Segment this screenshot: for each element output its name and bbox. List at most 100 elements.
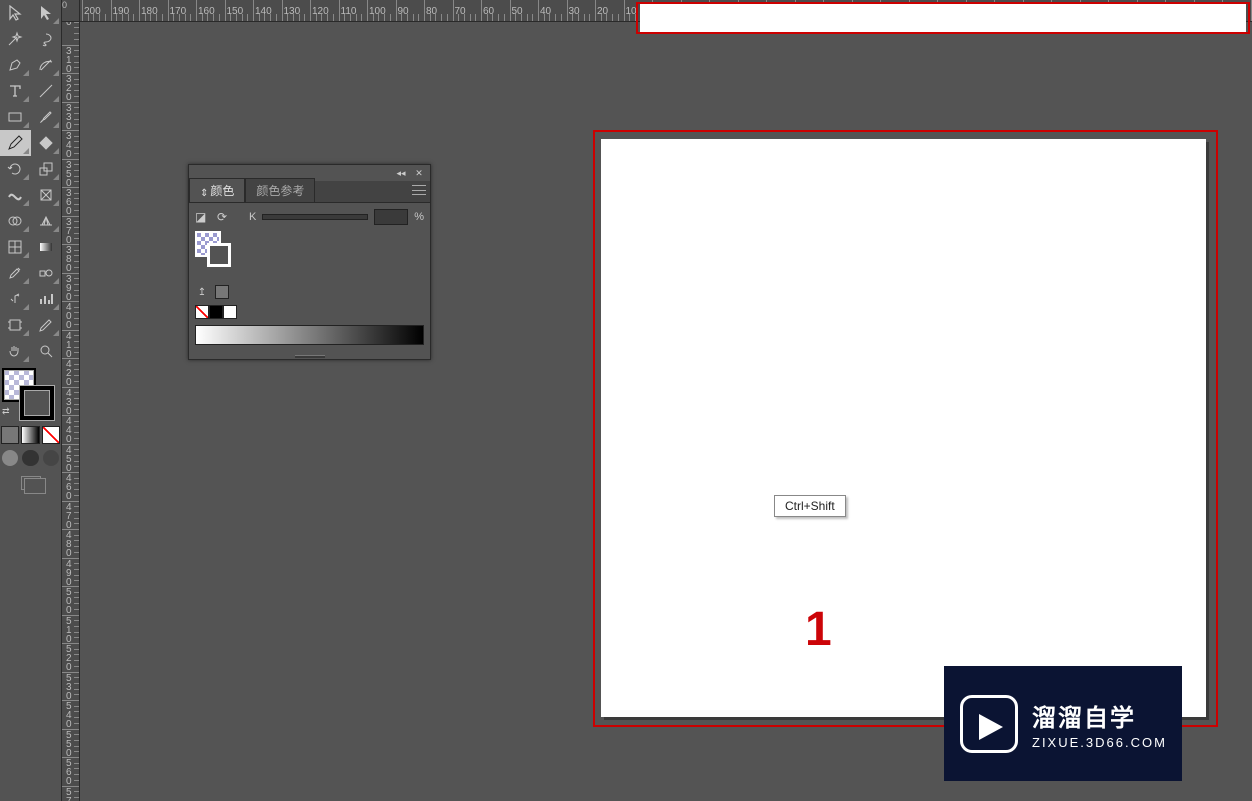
rotate-tool[interactable] bbox=[0, 156, 31, 182]
fill-mode-row bbox=[0, 426, 61, 446]
fill-mode-gradient[interactable] bbox=[21, 426, 39, 444]
panel-resize-grip[interactable] bbox=[189, 353, 430, 359]
ruler-v-label: 340 bbox=[66, 132, 76, 159]
ruler-h-label: 20 bbox=[597, 6, 608, 17]
zoom-tool[interactable] bbox=[31, 338, 62, 364]
ruler-v-label: 360 bbox=[66, 189, 76, 216]
color-panel-body: ◪ ⟳ K % ↥ bbox=[189, 203, 430, 353]
ruler-v-label: 350 bbox=[66, 161, 76, 188]
ruler-v-label: 330 bbox=[66, 104, 76, 131]
ruler-h-label: 140 bbox=[255, 6, 272, 17]
last-color-swatch[interactable] bbox=[215, 285, 229, 299]
k-slider[interactable] bbox=[262, 214, 368, 220]
default-fill-stroke-icon[interactable]: ◪ bbox=[195, 212, 211, 222]
ruler-h-label: 60 bbox=[483, 6, 494, 17]
ruler-v-label: 320 bbox=[66, 75, 76, 102]
artboard-top-outline[interactable] bbox=[636, 2, 1250, 34]
curvature-tool[interactable] bbox=[31, 52, 62, 78]
artboard-main-outline[interactable] bbox=[593, 130, 1218, 727]
artboard-tool[interactable] bbox=[0, 312, 31, 338]
swatch-white[interactable] bbox=[223, 305, 237, 319]
ruler-h-label: 100 bbox=[369, 6, 386, 17]
gradient-tool[interactable] bbox=[31, 234, 62, 260]
stroke-swatch[interactable] bbox=[20, 386, 54, 420]
draw-mode-row bbox=[0, 450, 61, 470]
fill-mode-none[interactable] bbox=[42, 426, 60, 444]
ruler-h-label: 110 bbox=[341, 6, 357, 17]
swatch-black[interactable] bbox=[209, 305, 223, 319]
toolbox: ⇄ bbox=[0, 0, 62, 801]
mesh-tool[interactable] bbox=[0, 234, 31, 260]
pen-tool[interactable] bbox=[0, 52, 31, 78]
free-transform-tool[interactable] bbox=[31, 182, 62, 208]
ruler-v-label: 550 bbox=[66, 731, 76, 758]
panel-close-icon[interactable]: ✕ bbox=[412, 168, 426, 178]
percent-label: % bbox=[414, 211, 424, 223]
fill-stroke-swatch[interactable]: ⇄ bbox=[0, 368, 61, 422]
scale-tool[interactable] bbox=[31, 156, 62, 182]
ruler-v-label: 310 bbox=[66, 47, 76, 74]
panel-fill-stroke-preview[interactable] bbox=[195, 231, 235, 271]
paintbrush-tool[interactable] bbox=[31, 104, 62, 130]
last-color-icon[interactable]: ↥ bbox=[195, 287, 209, 298]
screen-mode-icon bbox=[21, 476, 41, 490]
ruler-h-label: 130 bbox=[284, 6, 301, 17]
ruler-v-label: 400 bbox=[66, 303, 76, 330]
ruler-h-label: 120 bbox=[312, 6, 329, 17]
ruler-v-label: 390 bbox=[66, 275, 76, 302]
ruler-h-label: 70 bbox=[455, 6, 466, 17]
perspective-grid-tool[interactable] bbox=[31, 208, 62, 234]
symbol-sprayer-tool[interactable] bbox=[0, 286, 31, 312]
width-tool[interactable] bbox=[0, 182, 31, 208]
tab-color[interactable]: ⇕颜色 bbox=[189, 178, 245, 202]
panel-stroke-swatch[interactable] bbox=[207, 243, 231, 267]
swap-icon[interactable]: ⟳ bbox=[217, 210, 233, 224]
ruler-v-label: 500 bbox=[66, 588, 76, 615]
pencil-tool[interactable] bbox=[0, 130, 31, 156]
type-tool[interactable] bbox=[0, 78, 31, 104]
swatch-none[interactable] bbox=[195, 305, 209, 319]
color-panel[interactable]: ◂◂ ✕ ⇕颜色 颜色参考 ◪ ⟳ K % ↥ bbox=[188, 164, 431, 360]
slice-tool[interactable] bbox=[31, 312, 62, 338]
shaper-tool[interactable] bbox=[31, 130, 62, 156]
ruler-vertical[interactable]: 0310320330340350360370380390400410420430… bbox=[62, 22, 80, 801]
rectangle-tool[interactable] bbox=[0, 104, 31, 130]
quick-swatches bbox=[195, 305, 424, 319]
lasso-tool[interactable] bbox=[31, 26, 62, 52]
draw-inside[interactable] bbox=[43, 450, 59, 466]
tab-color-guide[interactable]: 颜色参考 bbox=[245, 178, 315, 202]
ruler-h-label: 180 bbox=[141, 6, 158, 17]
eyedropper-tool[interactable] bbox=[0, 260, 31, 286]
keyboard-hint-tooltip: Ctrl+Shift bbox=[774, 495, 846, 517]
direct-selection-tool[interactable] bbox=[31, 0, 62, 26]
fill-mode-color[interactable] bbox=[1, 426, 19, 444]
ruler-origin[interactable]: 0 bbox=[62, 0, 80, 22]
ruler-v-label: 370 bbox=[66, 218, 76, 245]
blend-tool[interactable] bbox=[31, 260, 62, 286]
shape-builder-tool[interactable] bbox=[0, 208, 31, 234]
column-graph-tool[interactable] bbox=[31, 286, 62, 312]
screen-mode[interactable] bbox=[0, 476, 61, 490]
swap-fill-stroke-icon[interactable]: ⇄ bbox=[2, 406, 14, 418]
ruler-h-label: 150 bbox=[227, 6, 244, 17]
panel-menu-icon[interactable] bbox=[412, 185, 426, 195]
panel-collapse-icon[interactable]: ◂◂ bbox=[394, 168, 408, 178]
ruler-v-label: 520 bbox=[66, 645, 76, 672]
selection-tool[interactable] bbox=[0, 0, 31, 26]
hand-tool[interactable] bbox=[0, 338, 31, 364]
line-segment-tool[interactable] bbox=[31, 78, 62, 104]
magic-wand-tool[interactable] bbox=[0, 26, 31, 52]
k-value-input[interactable] bbox=[374, 209, 408, 225]
ruler-h-label: 200 bbox=[84, 6, 101, 17]
draw-behind[interactable] bbox=[22, 450, 38, 466]
ruler-h-label: 40 bbox=[540, 6, 551, 17]
draw-normal[interactable] bbox=[2, 450, 18, 466]
ruler-v-label: 470 bbox=[66, 503, 76, 530]
ruler-v-label: 480 bbox=[66, 531, 76, 558]
ruler-h-label: 10 bbox=[626, 6, 637, 17]
ruler-v-label: 420 bbox=[66, 360, 76, 387]
canvas-text-object[interactable]: 1 bbox=[805, 602, 832, 657]
ruler-v-label: 540 bbox=[66, 702, 76, 729]
ruler-v-label: 530 bbox=[66, 674, 76, 701]
grayscale-spectrum[interactable] bbox=[195, 325, 424, 345]
